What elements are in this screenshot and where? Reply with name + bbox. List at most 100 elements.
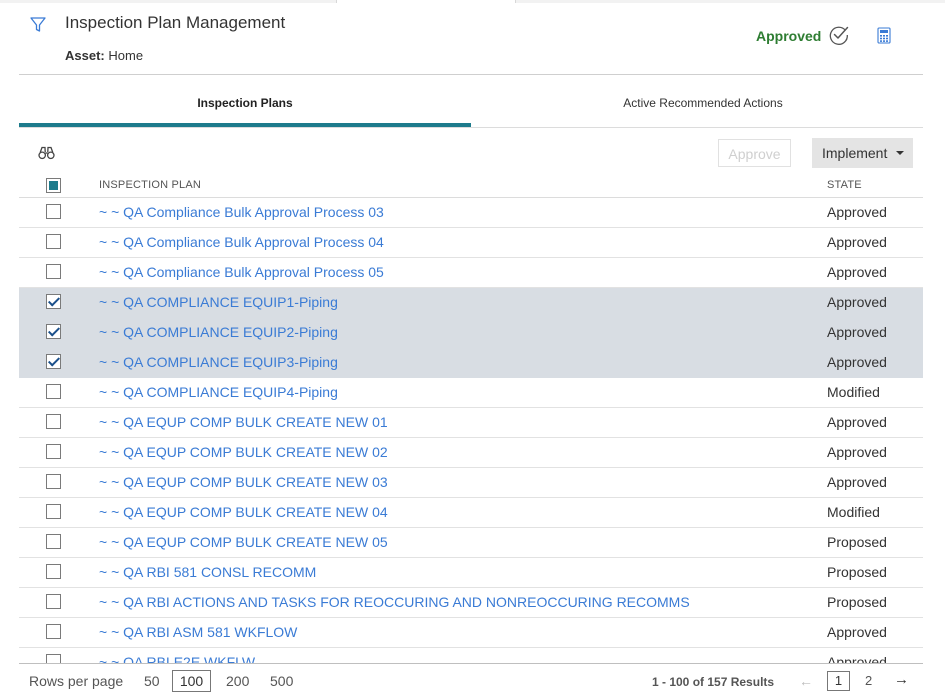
state-cell: Modified [827,384,880,400]
inspection-plan-link[interactable]: ~ ~ QA COMPLIANCE EQUIP3-Piping [99,354,338,370]
status-label: Approved [756,28,822,44]
row-checkbox[interactable] [46,414,61,429]
row-checkbox[interactable] [46,474,61,489]
rows-per-page-label: Rows per page [29,673,124,689]
results-range: 1 - 100 [652,675,690,689]
row-checkbox[interactable] [46,264,61,279]
footer-divider [19,663,923,664]
page-size-200[interactable]: 200 [226,673,249,689]
inspection-plan-link[interactable]: ~ ~ QA EQUP COMP BULK CREATE NEW 03 [99,474,388,490]
row-checkbox[interactable] [46,204,61,219]
table-row[interactable]: ~ ~ QA Compliance Bulk Approval Process … [19,228,923,258]
table-row[interactable]: ~ ~ QA COMPLIANCE EQUIP3-Piping Approved [19,348,923,378]
row-checkbox[interactable] [46,534,61,549]
page-title: Inspection Plan Management [65,13,286,32]
inspection-plan-link[interactable]: ~ ~ QA RBI ACTIONS AND TASKS FOR REOCCUR… [99,594,690,610]
table-row[interactable]: ~ ~ QA RBI 581 CONSL RECOMM Proposed [19,558,923,588]
state-cell: Approved [827,294,887,310]
table-row[interactable]: ~ ~ QA EQUP COMP BULK CREATE NEW 03 Appro… [19,468,923,498]
asset-label: Asset: [65,48,105,63]
state-cell: Modified [827,504,880,520]
table-row[interactable]: ~ ~ QA EQUP COMP BULK CREATE NEW 01 Appro… [19,408,923,438]
inspection-plan-table-body: ~ ~ QA Compliance Bulk Approval Process … [19,198,923,663]
row-checkbox[interactable] [46,234,61,249]
state-cell: Proposed [827,564,887,580]
table-row[interactable]: ~ ~ QA COMPLIANCE EQUIP2-Piping Approved [19,318,923,348]
inspection-plan-link[interactable]: ~ ~ QA EQUP COMP BULK CREATE NEW 04 [99,504,388,520]
tab-active-recommended-actions[interactable]: Active Recommended Actions [477,96,929,110]
row-checkbox[interactable] [46,654,61,663]
page-size-500[interactable]: 500 [270,673,293,689]
inspection-plan-link[interactable]: ~ ~ QA Compliance Bulk Approval Process … [99,264,384,280]
table-row[interactable]: ~ ~ QA COMPLIANCE EQUIP1-Piping Approved [19,288,923,318]
table-row[interactable]: ~ ~ QA COMPLIANCE EQUIP4-Piping Modified [19,378,923,408]
inspection-plan-link[interactable]: ~ ~ QA EQUP COMP BULK CREATE NEW 05 [99,534,388,550]
page-2-button[interactable]: 2 [865,673,872,688]
state-cell: Approved [827,324,887,340]
inspection-plan-link[interactable]: ~ ~ QA COMPLIANCE EQUIP4-Piping [99,384,338,400]
inspection-plan-link[interactable]: ~ ~ QA COMPLIANCE EQUIP2-Piping [99,324,338,340]
select-all-checkbox[interactable] [46,178,61,193]
row-checkbox[interactable] [46,354,61,369]
page-size-100[interactable]: 100 [172,670,211,692]
arrow-left-icon[interactable]: ← [799,673,813,689]
inspection-plan-link[interactable]: ~ ~ QA Compliance Bulk Approval Process … [99,234,384,250]
header-divider [19,74,923,75]
table-row[interactable]: ~ ~ QA EQUP COMP BULK CREATE NEW 02 Appro… [19,438,923,468]
asset-info: Asset: Home [65,48,143,63]
inspection-plan-link[interactable]: ~ ~ QA EQUP COMP BULK CREATE NEW 01 [99,414,388,430]
column-header-inspection-plan[interactable]: INSPECTION PLAN [99,179,201,191]
table-row[interactable]: ~ ~ QA EQUP COMP BULK CREATE NEW 05 Propo… [19,528,923,558]
state-cell: Proposed [827,534,887,550]
state-cell: Proposed [827,594,887,610]
state-cell: Approved [827,354,887,370]
row-checkbox[interactable] [46,594,61,609]
state-cell: Approved [827,624,887,640]
row-checkbox[interactable] [46,624,61,639]
tabs-divider [19,127,923,128]
implement-dropdown-button[interactable]: Implement [812,138,913,168]
row-checkbox[interactable] [46,564,61,579]
state-cell: Approved [827,444,887,460]
inspection-plan-link[interactable]: ~ ~ QA EQUP COMP BULK CREATE NEW 02 [99,444,388,460]
caret-down-icon [896,151,904,155]
table-row[interactable]: ~ ~ QA Compliance Bulk Approval Process … [19,258,923,288]
inspection-plan-link[interactable]: ~ ~ QA Compliance Bulk Approval Process … [99,204,384,220]
table-row[interactable]: ~ ~ QA RBI ACTIONS AND TASKS FOR REOCCUR… [19,588,923,618]
inspection-plan-link[interactable]: ~ ~ QA RBI E2E WKFLW [99,654,255,663]
active-window-tab[interactable] [336,0,516,3]
implement-label: Implement [822,145,888,161]
approve-button[interactable]: Approve [718,139,791,167]
column-header-state[interactable]: STATE [827,179,862,191]
asset-value: Home [108,48,144,63]
state-cell: Approved [827,234,887,250]
row-checkbox[interactable] [46,294,61,309]
inspection-plan-link[interactable]: ~ ~ QA RBI 581 CONSL RECOMM [99,564,316,580]
page-size-50[interactable]: 50 [144,673,160,689]
filter-icon[interactable] [28,15,48,35]
state-cell: Approved [827,264,887,280]
table-row[interactable]: ~ ~ QA EQUP COMP BULK CREATE NEW 04 Modif… [19,498,923,528]
page-1-button[interactable]: 1 [827,671,850,691]
table-row[interactable]: ~ ~ QA Compliance Bulk Approval Process … [19,198,923,228]
table-row[interactable]: ~ ~ QA RBI E2E WKFLW Approved [19,648,923,663]
row-checkbox[interactable] [46,384,61,399]
state-cell: Approved [827,474,887,490]
inspection-plan-link[interactable]: ~ ~ QA RBI ASM 581 WKFLOW [99,624,297,640]
table-row[interactable]: ~ ~ QA RBI ASM 581 WKFLOW Approved [19,618,923,648]
row-checkbox[interactable] [46,324,61,339]
results-summary: 1 - 100 of 157 Results [652,675,774,689]
state-cell: Approved [827,204,887,220]
row-checkbox[interactable] [46,444,61,459]
results-total: of 157 Results [692,675,775,689]
tab-inspection-plans[interactable]: Inspection Plans [19,96,471,110]
calculator-icon[interactable] [877,27,891,44]
arrow-right-icon[interactable]: → [894,671,909,688]
inspection-plan-link[interactable]: ~ ~ QA COMPLIANCE EQUIP1-Piping [99,294,338,310]
state-cell: Approved [827,414,887,430]
state-cell: Approved [827,654,887,663]
row-checkbox[interactable] [46,504,61,519]
binoculars-icon[interactable] [38,146,55,160]
top-tab-strip [0,0,945,3]
approved-check-icon[interactable] [828,24,850,46]
